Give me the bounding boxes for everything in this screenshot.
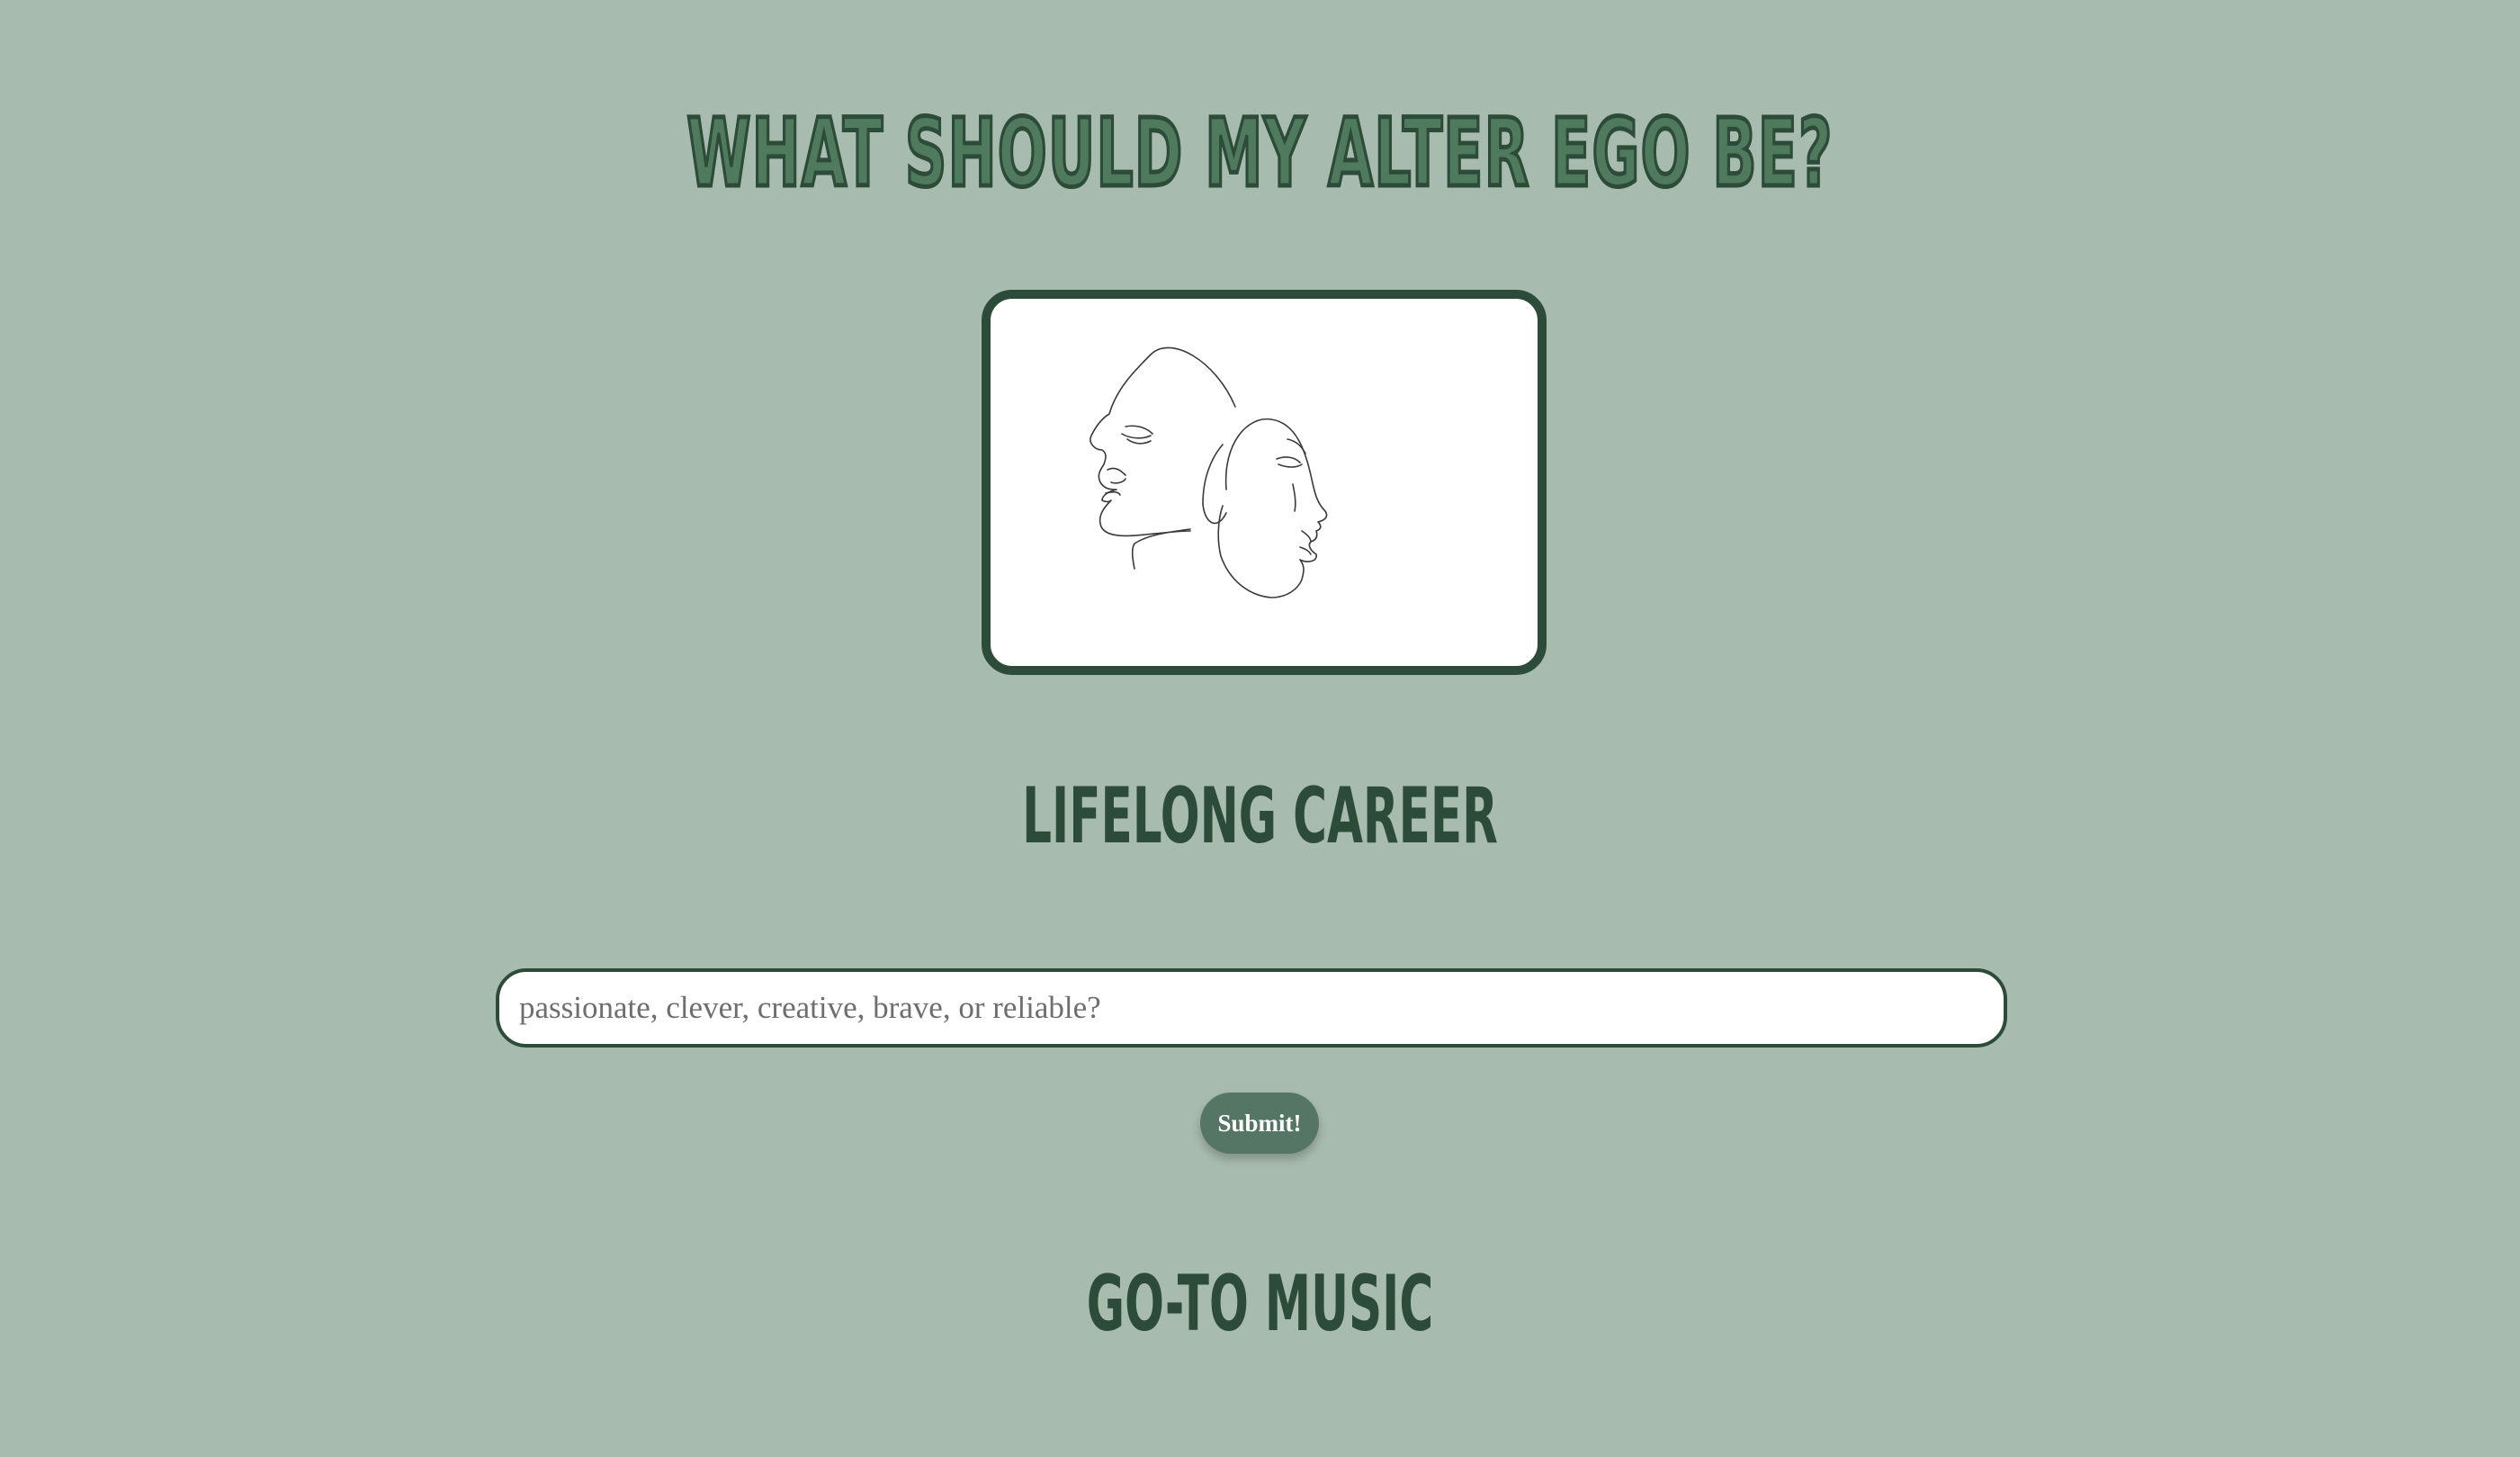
trait-input[interactable] [496, 968, 2007, 1048]
career-section-title: LIFELONG CAREER [1022, 771, 1498, 861]
two-faces-line-art-image [1090, 346, 1328, 598]
page: WHAT SHOULD MY ALTER EGO BE? LIFELONG CA… [0, 0, 2520, 1457]
hero-image-card [982, 290, 1547, 675]
music-section-title: GO-TO MUSIC [1086, 1259, 1434, 1349]
page-title: WHAT SHOULD MY ALTER EGO BE? [686, 98, 1834, 208]
submit-button[interactable]: Submit! [1200, 1093, 1319, 1154]
